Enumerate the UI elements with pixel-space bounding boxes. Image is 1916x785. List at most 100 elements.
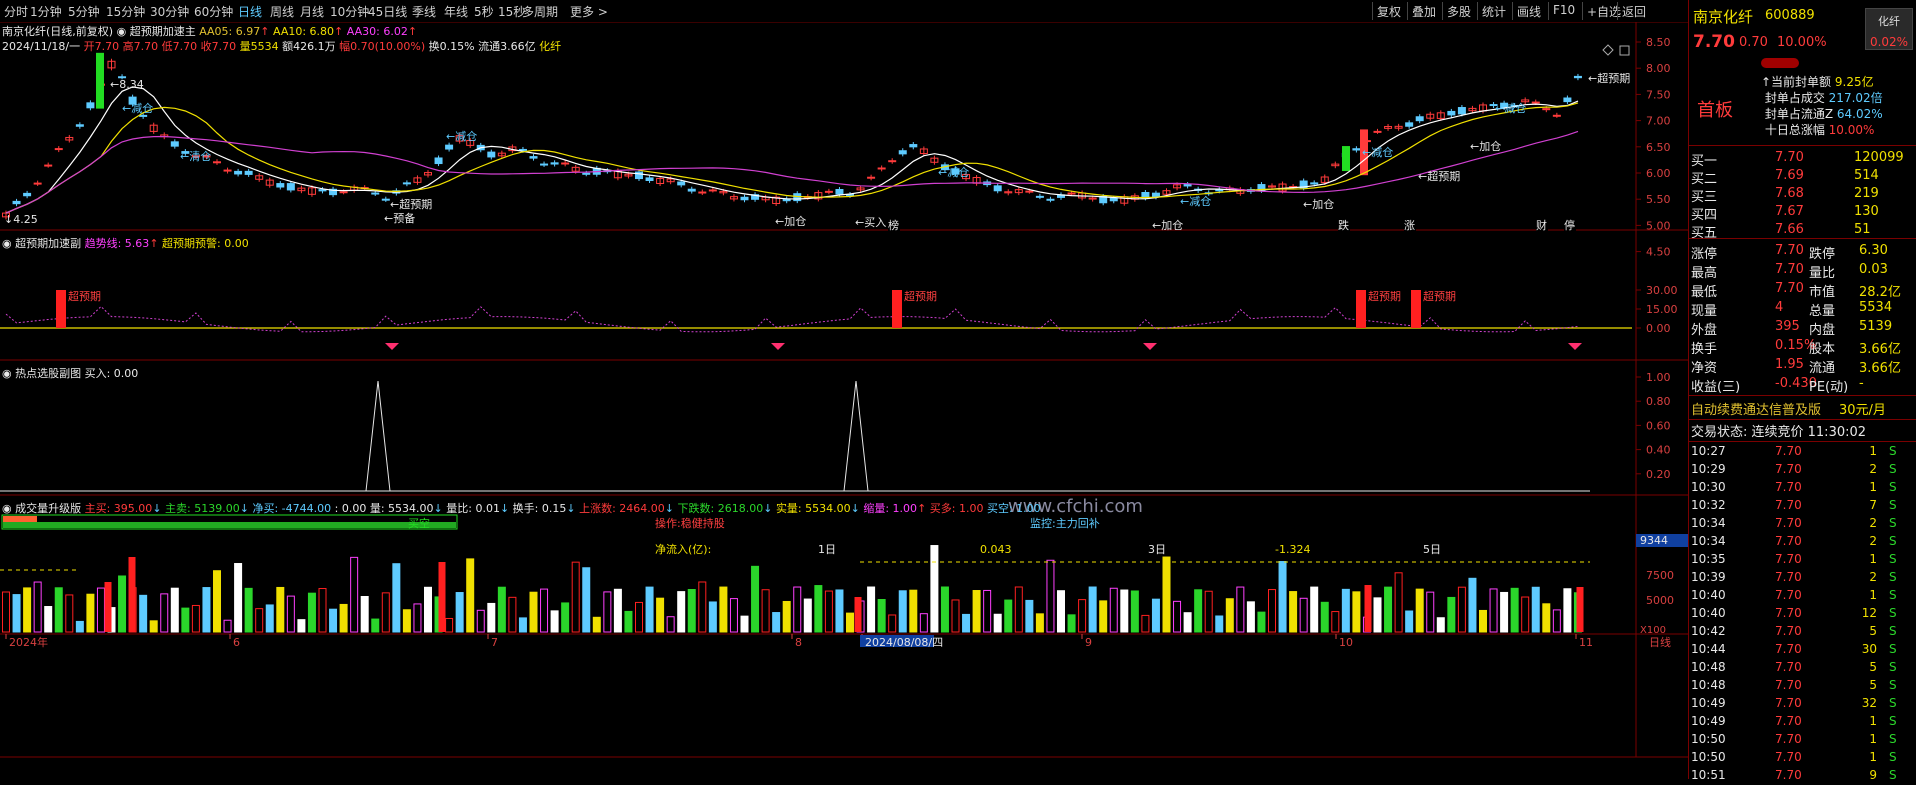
toolbar-button-1[interactable]: 叠加 [1412, 3, 1436, 20]
bid-row[interactable]: 买三 7.68 219 [1689, 186, 1916, 205]
tick-side: S [1889, 750, 1897, 764]
stat-value: 3.66亿 [1859, 342, 1901, 357]
bid-row[interactable]: 买一 7.70 120099 [1689, 150, 1916, 169]
promo-text[interactable]: 自动续费通达信普及版 [1691, 399, 1821, 418]
volume-bar [223, 619, 232, 633]
volume-bar [877, 598, 886, 633]
volume-bar [1078, 599, 1087, 633]
bid-row[interactable]: 买二 7.69 514 [1689, 168, 1916, 187]
tab-2[interactable]: 5分钟 [68, 3, 100, 20]
tab-16[interactable]: 更多 > [570, 3, 608, 20]
toolbar-button-3[interactable]: 统计 [1482, 3, 1506, 20]
tick-vol: 5 [1869, 678, 1877, 692]
buy-part [3, 516, 37, 522]
volume-bar [1109, 587, 1118, 633]
volume-bar [65, 594, 74, 633]
promo-price[interactable]: 30元/月 [1839, 399, 1886, 418]
promo-row[interactable]: 自动续费通达信普及版 30元/月 [1689, 399, 1916, 418]
signal-annotation: ←减仓 [1495, 101, 1526, 115]
candle-body [1025, 190, 1034, 193]
volume-bar [1215, 615, 1224, 633]
stat-label: 最低 [1691, 285, 1718, 300]
tick-price: 7.70 [1775, 606, 1802, 620]
volume-bar [782, 600, 791, 633]
tab-15[interactable]: 多周期 [522, 3, 558, 20]
tick-price: 7.70 [1775, 462, 1802, 476]
tick-price: 7.70 [1775, 480, 1802, 494]
surprise-label: 超预期 [1368, 289, 1401, 303]
x-axis-label: 日线 [1649, 635, 1671, 649]
toolbar-button-7[interactable]: 返回 [1622, 3, 1646, 20]
toolbar-button-0[interactable]: 复权 [1377, 3, 1401, 20]
signal-annotation: ←超预期 [1418, 169, 1460, 183]
candle-body [487, 151, 496, 158]
tick-side: S [1889, 570, 1897, 584]
bid-row[interactable]: 买四 7.67 130 [1689, 204, 1916, 223]
signal-annotation: ←减仓 [938, 165, 969, 179]
stat-value: 1.95 [1775, 357, 1804, 372]
settings-dot-icon[interactable]: ◉ [2, 237, 12, 250]
tick-time: 10:51 [1691, 768, 1726, 782]
volume-bar [297, 619, 306, 633]
tab-6[interactable]: 日线 [238, 3, 262, 20]
volume-bar [202, 587, 211, 633]
candle-body [44, 164, 53, 167]
tick-row: 10:32 7.70 7 S [1689, 497, 1916, 515]
toolbar-button-2[interactable]: 多股 [1447, 3, 1471, 20]
volume-bar [86, 593, 95, 633]
stat-label: PE(动) [1809, 380, 1849, 395]
panel4-maiduo: 买多: 1.00 [929, 502, 984, 515]
tick-vol: 1 [1869, 480, 1877, 494]
tick-row: 10:34 7.70 2 S [1689, 533, 1916, 551]
signal-annotation: ←清仓 [180, 149, 211, 163]
surprise-label: 超预期 [1423, 289, 1456, 303]
tick-time: 10:30 [1691, 480, 1726, 494]
tick-side: S [1889, 480, 1897, 494]
tab-8[interactable]: 月线 [300, 3, 324, 20]
tab-13[interactable]: 5秒 [474, 3, 494, 20]
toolbar-button-6[interactable]: +自选 [1587, 3, 1621, 20]
expand-handle[interactable] [1761, 58, 1799, 68]
tab-3[interactable]: 15分钟 [106, 3, 145, 20]
tick-side: S [1889, 588, 1897, 602]
tab-7[interactable]: 周线 [270, 3, 294, 20]
ohlc-high: 高7.70 [122, 40, 159, 53]
x-axis-label: 8 [795, 636, 802, 649]
y-axis-label: 5000 [1646, 594, 1674, 607]
tab-12[interactable]: 年线 [444, 3, 468, 20]
stat-row: 现量 4 总量 5534 [1689, 300, 1916, 319]
volume-bar [1500, 591, 1509, 633]
chart-area[interactable]: 8.50 8.00 7.50 7.00 6.50 6.00 5.50 5.00 4.50 ←8.3… [0, 22, 1688, 779]
tick-row: 10:29 7.70 2 S [1689, 461, 1916, 479]
candle-body [1310, 182, 1319, 185]
tick-row: 10:39 7.70 2 S [1689, 569, 1916, 587]
tab-4[interactable]: 30分钟 [150, 3, 189, 20]
stat-label: 外盘 [1691, 323, 1718, 338]
event-mark: 跌 [1338, 218, 1349, 232]
tab-1[interactable]: 1分钟 [30, 3, 62, 20]
kline-chart[interactable]: 8.50 8.00 7.50 7.00 6.50 6.00 5.50 5.00 4.50 ←8.3… [0, 22, 1688, 779]
tick-time: 10:42 [1691, 624, 1726, 638]
settings-dot-icon[interactable]: ◉ [2, 367, 12, 380]
settings-dot-icon[interactable]: ◉ [117, 25, 127, 38]
tab-0[interactable]: 分时 [4, 3, 28, 20]
volume-bar [170, 587, 179, 633]
volume-bar [1151, 598, 1160, 633]
ten-day: 10.00% [1828, 123, 1875, 137]
tab-5[interactable]: 60分钟 [194, 3, 233, 20]
toolbar-button-4[interactable]: 画线 [1517, 3, 1541, 20]
candle-body [1447, 110, 1456, 116]
tab-9[interactable]: 10分钟 [330, 3, 369, 20]
volume-bar [1204, 590, 1213, 633]
event-mark: 榜 [888, 218, 899, 232]
tick-vol: 5 [1869, 624, 1877, 638]
volume-bar [1046, 559, 1055, 633]
volume-bar [286, 595, 295, 633]
bid-vol: 130 [1854, 204, 1879, 219]
volume-bar [972, 590, 981, 633]
toolbar-button-5[interactable]: F10 [1553, 3, 1575, 17]
tab-10[interactable]: 45日线 [368, 3, 407, 20]
sell-part [3, 522, 456, 528]
settings-dot-icon[interactable]: ◉ [2, 502, 12, 515]
tab-11[interactable]: 季线 [412, 3, 436, 20]
